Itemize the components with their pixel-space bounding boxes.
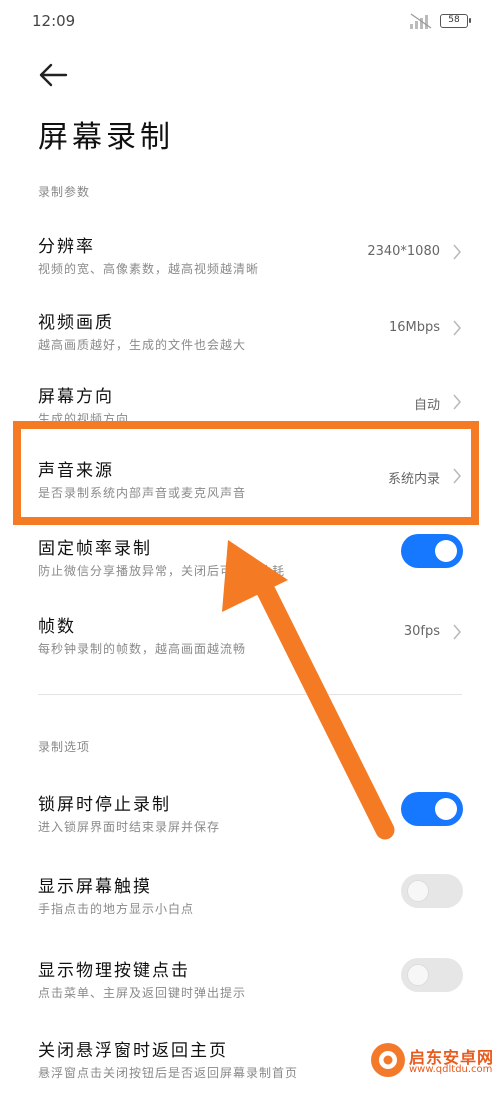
setting-subtitle: 每秒钟录制的帧数，越高画面越流畅 xyxy=(38,642,247,656)
setting-subtitle: 手指点击的地方显示小白点 xyxy=(38,902,195,916)
stop-on-lock-toggle[interactable] xyxy=(401,792,463,826)
setting-row-orientation[interactable]: 屏幕方向 生成的视频方向 自动 xyxy=(0,382,500,452)
watermark: 启东安卓网 www.qdltdu.com xyxy=(368,1040,498,1080)
signal-icon xyxy=(410,13,432,29)
setting-value: 16Mbps xyxy=(388,320,440,335)
watermark-url: www.qdltdu.com xyxy=(409,1064,493,1075)
setting-row-show-key-presses: 显示物理按键点击 点击菜单、主屏及返回键时弹出提示 xyxy=(0,956,500,1026)
section-label-options: 录制选项 xyxy=(38,740,91,754)
setting-title: 显示物理按键点击 xyxy=(38,961,190,981)
fixed-framerate-toggle[interactable] xyxy=(401,534,463,568)
setting-title: 分辨率 xyxy=(38,237,95,257)
chevron-right-icon xyxy=(453,394,462,410)
watermark-logo-icon xyxy=(371,1043,405,1077)
toggle-knob xyxy=(435,540,457,562)
page-title: 屏幕录制 xyxy=(38,120,174,155)
toggle-knob xyxy=(435,798,457,820)
setting-title: 帧数 xyxy=(38,617,76,637)
chevron-right-icon xyxy=(453,624,462,640)
show-touches-toggle[interactable] xyxy=(401,874,463,908)
section-divider xyxy=(38,694,462,695)
setting-value: 系统内录 xyxy=(387,472,440,487)
setting-value: 自动 xyxy=(413,398,440,413)
chevron-right-icon xyxy=(453,244,462,260)
setting-subtitle: 生成的视频方向 xyxy=(38,412,130,426)
setting-subtitle: 视频的宽、高像素数，越高视频越清晰 xyxy=(38,262,260,276)
chevron-right-icon xyxy=(453,468,462,484)
battery-icon: 58 xyxy=(440,14,471,28)
section-label-params: 录制参数 xyxy=(38,185,91,199)
toggle-knob xyxy=(407,880,429,902)
setting-title: 屏幕方向 xyxy=(38,387,114,407)
setting-title: 视频画质 xyxy=(38,313,114,333)
setting-title: 固定帧率录制 xyxy=(38,539,152,559)
show-key-presses-toggle[interactable] xyxy=(401,958,463,992)
battery-level: 58 xyxy=(448,15,460,25)
setting-title: 关闭悬浮窗时返回主页 xyxy=(38,1041,228,1061)
setting-row-stop-on-lock: 锁屏时停止录制 进入锁屏界面时结束录屏并保存 xyxy=(0,790,500,860)
setting-row-fixed-framerate: 固定帧率录制 防止微信分享播放异常，关闭后可降低功耗 xyxy=(0,534,500,604)
setting-subtitle: 悬浮窗点击关闭按钮后是否返回屏幕录制首页 xyxy=(38,1066,299,1080)
setting-title: 声音来源 xyxy=(38,461,114,481)
setting-row-resolution[interactable]: 分辨率 视频的宽、高像素数，越高视频越清晰 2340*1080 xyxy=(0,232,500,302)
setting-subtitle: 进入锁屏界面时结束录屏并保存 xyxy=(38,820,221,834)
setting-subtitle: 是否录制系统内部声音或麦克风声音 xyxy=(38,486,247,500)
status-bar: 12:09 58 xyxy=(0,0,500,44)
setting-value: 30fps xyxy=(403,624,440,639)
arrow-left-icon[interactable] xyxy=(38,62,68,88)
setting-row-audio-source[interactable]: 声音来源 是否录制系统内部声音或麦克风声音 系统内录 xyxy=(0,456,500,526)
setting-title: 锁屏时停止录制 xyxy=(38,795,171,815)
setting-value: 2340*1080 xyxy=(367,244,440,259)
setting-row-video-quality[interactable]: 视频画质 越高画质越好，生成的文件也会越大 16Mbps xyxy=(0,308,500,378)
setting-subtitle: 防止微信分享播放异常，关闭后可降低功耗 xyxy=(38,564,286,578)
setting-title: 显示屏幕触摸 xyxy=(38,877,152,897)
toggle-knob xyxy=(407,964,429,986)
status-time: 12:09 xyxy=(32,12,76,30)
chevron-right-icon xyxy=(453,320,462,336)
setting-row-show-touches: 显示屏幕触摸 手指点击的地方显示小白点 xyxy=(0,872,500,942)
setting-row-framerate[interactable]: 帧数 每秒钟录制的帧数，越高画面越流畅 30fps xyxy=(0,612,500,682)
setting-subtitle: 越高画质越好，生成的文件也会越大 xyxy=(38,338,247,352)
setting-subtitle: 点击菜单、主屏及返回键时弹出提示 xyxy=(38,986,247,1000)
